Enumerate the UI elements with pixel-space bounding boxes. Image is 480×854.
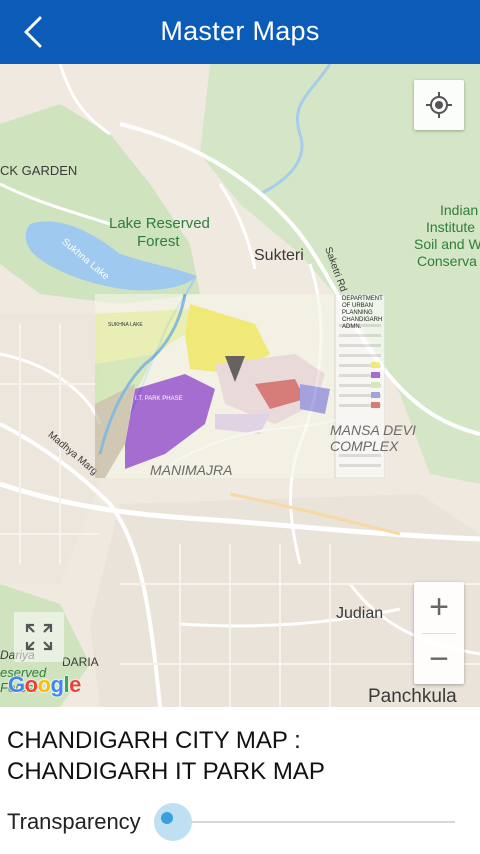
zoom-out-button[interactable]: −	[414, 634, 464, 685]
zoom-in-button[interactable]: +	[414, 582, 464, 633]
map-label-mansa-devi: MANSA DEVI	[330, 422, 416, 438]
my-location-button[interactable]	[414, 80, 464, 130]
transparency-label: Transparency	[7, 809, 141, 834]
page-title: Master Maps	[160, 16, 320, 46]
map-label-sukteri: Sukteri	[254, 247, 304, 264]
overlay-label-sukhna-lake: SUKHNA LAKE	[108, 322, 143, 328]
map-label-indian-institute-line2: Institute	[426, 219, 476, 235]
fullscreen-icon	[25, 623, 53, 651]
map-label-panchkula: Panchkula	[368, 686, 457, 707]
fullscreen-button[interactable]	[14, 612, 64, 662]
map-label-indian-institute-line4: Conserva	[417, 253, 477, 269]
slider-thumb-halo[interactable]	[154, 803, 192, 841]
app-bar: Master Maps	[0, 0, 480, 64]
map-label-mansa-devi-complex: COMPLEX	[330, 438, 399, 454]
map-label-indian-institute: Indian	[440, 202, 479, 218]
zoom-controls: + −	[414, 582, 464, 684]
map-label-daria: DARIA	[62, 655, 99, 669]
transparency-slider[interactable]	[154, 803, 455, 841]
map-label-indian-institute-line3: Soil and W	[414, 236, 480, 252]
map-label-judian: Judian	[336, 605, 384, 622]
slider-thumb[interactable]	[161, 812, 173, 824]
google-attribution-logo: Google	[8, 672, 81, 697]
map-title-line1: CHANDIGARH CITY MAP :	[7, 727, 301, 754]
map-view[interactable]: CK GARDEN Lake Reserved Forest Sukhna La…	[0, 64, 480, 707]
map-label-rock-garden: CK GARDEN	[0, 163, 78, 178]
overlay-label-it-park: I.T. PARK PHASE	[135, 396, 183, 402]
map-label-lake-reserved-forest: Lake Reserved	[109, 215, 210, 232]
map-title: CHANDIGARH CITY MAP : CHANDIGARH IT PARK…	[7, 725, 325, 787]
slider-track	[168, 821, 455, 823]
overlay-legend-title: DEPARTMENT OF URBAN PLANNING CHANDIGARH …	[342, 296, 383, 330]
crosshair-location-icon	[426, 92, 452, 118]
map-title-line2: CHANDIGARH IT PARK MAP	[7, 758, 325, 785]
map-label-lake-reserved-forest-line2: Forest	[137, 233, 180, 250]
map-info-panel: CHANDIGARH CITY MAP : CHANDIGARH IT PARK…	[0, 707, 480, 854]
map-label-manimajra: MANIMAJRA	[150, 462, 233, 478]
